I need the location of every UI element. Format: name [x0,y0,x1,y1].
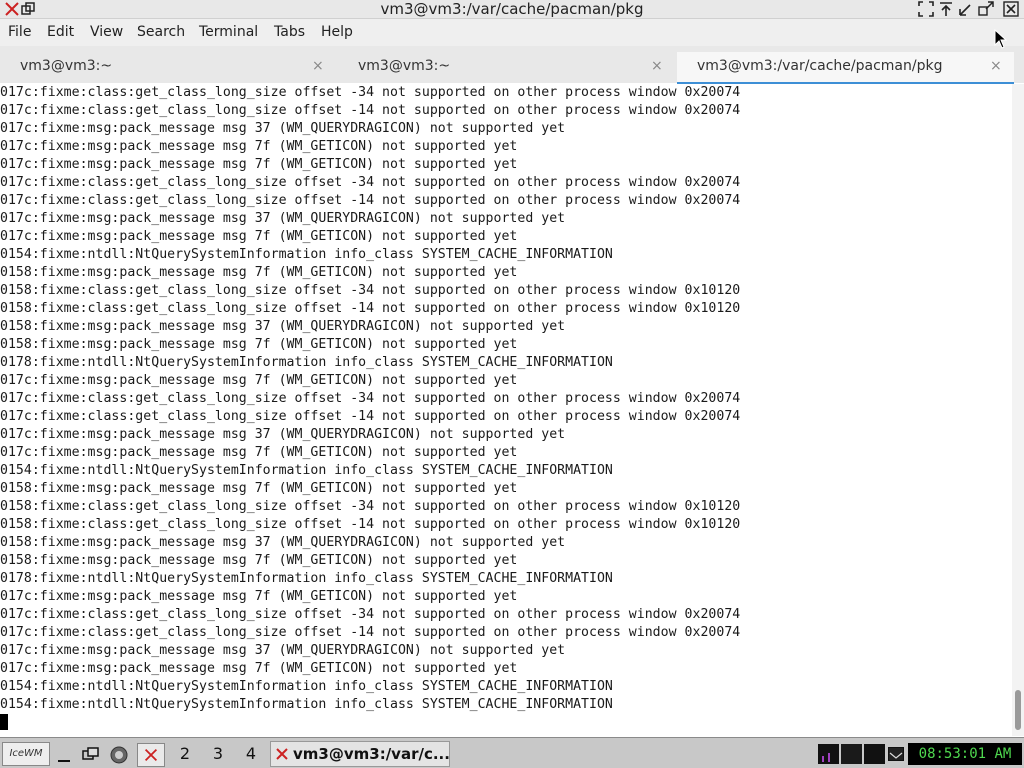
terminal-line: 0158:fixme:msg:pack_message msg 7f (WM_G… [0,337,518,352]
window-list-icon[interactable] [77,743,105,767]
terminal-line: 0158:fixme:msg:pack_message msg 7f (WM_G… [0,265,518,280]
taskbar: IceWM 2 3 4 vm3@vm3:/var/c... 08:53:01 A… [0,737,1024,768]
terminal-line: 0178:fixme:ntdll:NtQuerySystemInformatio… [0,571,613,586]
taskbar-item-terminal[interactable]: vm3@vm3:/var/c... [270,741,450,767]
tab-close-icon[interactable]: × [651,56,663,76]
clock[interactable]: 08:53:01 AM [908,743,1022,765]
terminal-line: 017c:fixme:class:get_class_long_size off… [0,193,741,208]
cpu-monitor-icon [818,744,839,764]
workspace-3-button[interactable]: 3 [204,743,232,767]
menu-terminal[interactable]: Terminal [199,19,258,46]
terminal-line: 017c:fixme:msg:pack_message msg 7f (WM_G… [0,661,518,676]
close-icon[interactable] [1003,1,1019,17]
workspace-1-button[interactable] [137,743,165,767]
terminal-line: 017c:fixme:class:get_class_long_size off… [0,175,741,190]
maximize-icon[interactable] [978,1,994,17]
menubar: File Edit View Search Terminal Tabs Help [0,19,1024,46]
tab-2[interactable]: vm3@vm3:~ × [338,52,677,83]
terminal-line: 0158:fixme:class:get_class_long_size off… [0,499,741,514]
minimize-icon[interactable] [958,1,974,17]
terminal-line: 0158:fixme:class:get_class_long_size off… [0,301,741,316]
terminal-line: 0154:fixme:ntdll:NtQuerySystemInformatio… [0,247,613,262]
text-cursor [0,714,8,730]
terminal-line: 017c:fixme:msg:pack_message msg 37 (WM_Q… [0,427,566,442]
terminal-line: 0154:fixme:ntdll:NtQuerySystemInformatio… [0,697,613,712]
terminal-line: 017c:fixme:msg:pack_message msg 7f (WM_G… [0,445,518,460]
terminal-app-icon [276,748,288,760]
net-monitor-icon [841,744,862,764]
tab-close-icon[interactable]: × [990,56,1002,76]
terminal-line: 017c:fixme:class:get_class_long_size off… [0,391,741,406]
browser-icon[interactable] [105,743,133,767]
workspace-2-button[interactable]: 2 [171,743,199,767]
mail-icon[interactable] [888,747,904,761]
menu-search[interactable]: Search [137,19,185,46]
menu-view[interactable]: View [90,19,123,46]
terminal-line: 017c:fixme:msg:pack_message msg 37 (WM_Q… [0,643,566,658]
show-desktop-icon[interactable] [50,743,78,767]
tab-label: vm3@vm3:/var/cache/pacman/pkg [697,58,943,74]
menu-tabs[interactable]: Tabs [274,19,305,46]
terminal-line: 017c:fixme:msg:pack_message msg 37 (WM_Q… [0,211,566,226]
terminal-line: 017c:fixme:msg:pack_message msg 7f (WM_G… [0,229,518,244]
tab-3-active[interactable]: vm3@vm3:/var/cache/pacman/pkg × [677,52,1014,85]
menu-help[interactable]: Help [321,19,353,46]
terminal-line: 017c:fixme:class:get_class_long_size off… [0,607,741,622]
terminal-line: 017c:fixme:msg:pack_message msg 37 (WM_Q… [0,121,566,136]
terminal-line: 017c:fixme:class:get_class_long_size off… [0,85,741,100]
mouse-pointer-icon [994,29,1008,49]
terminal-line: 0158:fixme:msg:pack_message msg 37 (WM_Q… [0,535,566,550]
terminal-line: 017c:fixme:msg:pack_message msg 7f (WM_G… [0,373,518,388]
window-titlebar[interactable]: vm3@vm3:/var/cache/pacman/pkg [0,0,1024,19]
fullscreen-icon[interactable] [918,1,934,17]
terminal-line: 0158:fixme:msg:pack_message msg 37 (WM_Q… [0,319,566,334]
task-label: vm3@vm3:/var/c... [293,745,450,763]
terminal-scrollbar[interactable] [1012,84,1024,736]
tab-label: vm3@vm3:~ [20,58,113,74]
terminal-line: 0158:fixme:class:get_class_long_size off… [0,283,741,298]
terminal-prompt-line[interactable] [0,714,1012,732]
menu-edit[interactable]: Edit [47,19,74,46]
terminal-line: 017c:fixme:class:get_class_long_size off… [0,103,741,118]
terminal-line: 017c:fixme:class:get_class_long_size off… [0,625,741,640]
terminal-output[interactable]: 017c:fixme:class:get_class_long_size off… [0,84,1012,736]
terminal-line: 017c:fixme:msg:pack_message msg 7f (WM_G… [0,157,518,172]
terminal-line: 017c:fixme:msg:pack_message msg 7f (WM_G… [0,589,518,604]
menu-file[interactable]: File [8,19,31,46]
workspace-4-button[interactable]: 4 [237,743,265,767]
window-title: vm3@vm3:/var/cache/pacman/pkg [380,0,644,18]
tab-close-icon[interactable]: × [312,56,324,76]
terminal-line: 0154:fixme:ntdll:NtQuerySystemInformatio… [0,679,613,694]
tab-label: vm3@vm3:~ [358,58,451,74]
terminal-line: 0154:fixme:ntdll:NtQuerySystemInformatio… [0,463,613,478]
net-monitor-icon [864,744,885,764]
terminal-line: 017c:fixme:msg:pack_message msg 7f (WM_G… [0,139,518,154]
terminal-line: 0158:fixme:msg:pack_message msg 7f (WM_G… [0,553,518,568]
scrollbar-thumb[interactable] [1015,690,1021,730]
tab-1[interactable]: vm3@vm3:~ × [0,52,338,83]
terminal-line: 0158:fixme:msg:pack_message msg 7f (WM_G… [0,481,518,496]
terminal-line: 0178:fixme:ntdll:NtQuerySystemInformatio… [0,355,613,370]
terminal-line: 017c:fixme:class:get_class_long_size off… [0,409,741,424]
tab-bar: vm3@vm3:~ × vm3@vm3:~ × vm3@vm3:/var/cac… [0,46,1024,85]
start-menu-button[interactable]: IceWM [2,742,50,766]
terminal-line: 0158:fixme:class:get_class_long_size off… [0,517,741,532]
rollup-icon[interactable] [938,1,954,17]
